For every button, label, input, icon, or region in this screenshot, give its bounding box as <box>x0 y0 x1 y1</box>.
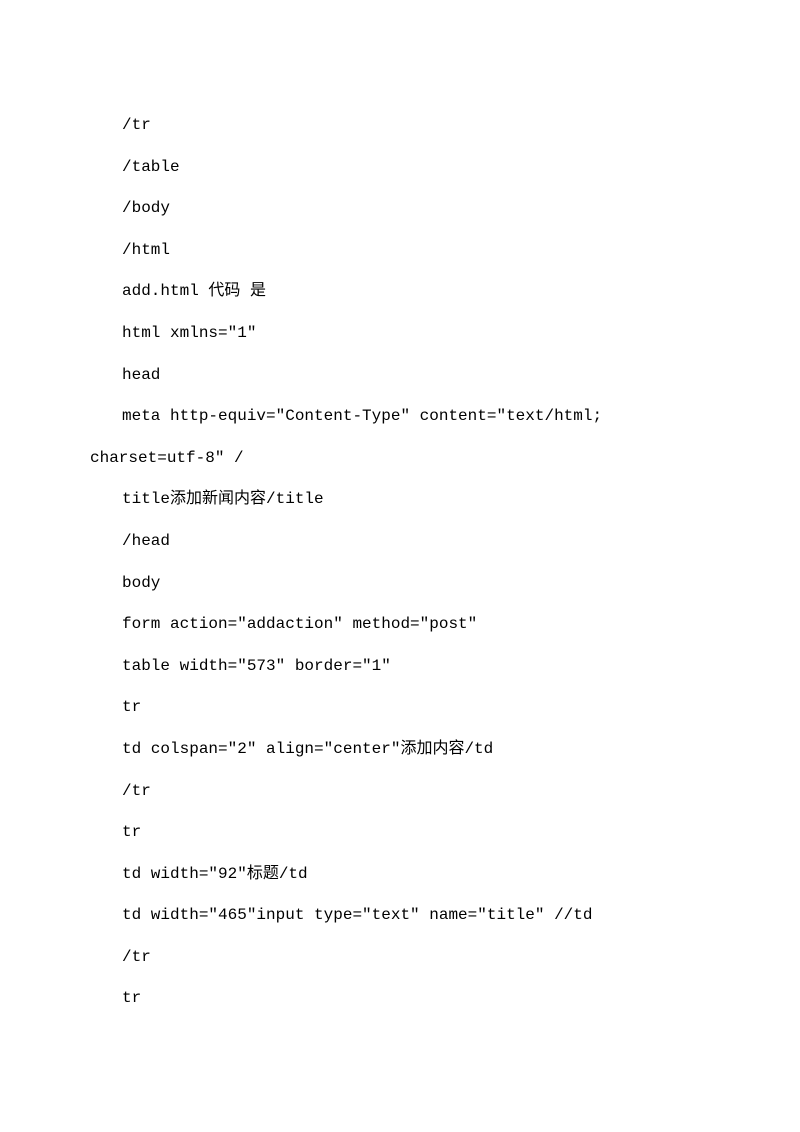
code-line: charset=utf-8" / <box>90 438 710 480</box>
code-line: title添加新闻内容/title <box>90 479 710 521</box>
code-line: tr <box>90 687 710 729</box>
code-line: tr <box>90 812 710 854</box>
code-line: head <box>90 355 710 397</box>
code-line: tr <box>90 978 710 1020</box>
code-line: /tr <box>90 771 710 813</box>
code-line: body <box>90 563 710 605</box>
code-line: /tr <box>90 937 710 979</box>
code-line: td width="92"标题/td <box>90 854 710 896</box>
code-line: /html <box>90 230 710 272</box>
code-line: form action="addaction" method="post" <box>90 604 710 646</box>
code-line: /body <box>90 188 710 230</box>
code-line: /table <box>90 147 710 189</box>
code-line: meta http-equiv="Content-Type" content="… <box>90 396 710 438</box>
code-line: html xmlns="1" <box>90 313 710 355</box>
code-line: add.html 代码 是 <box>90 271 710 313</box>
code-line: table width="573" border="1" <box>90 646 710 688</box>
code-line: td colspan="2" align="center"添加内容/td <box>90 729 710 771</box>
code-line: /tr <box>90 105 710 147</box>
code-line: /head <box>90 521 710 563</box>
document-body: /tr /table /body /html add.html 代码 是 htm… <box>0 0 800 1020</box>
code-line: td width="465"input type="text" name="ti… <box>90 895 710 937</box>
